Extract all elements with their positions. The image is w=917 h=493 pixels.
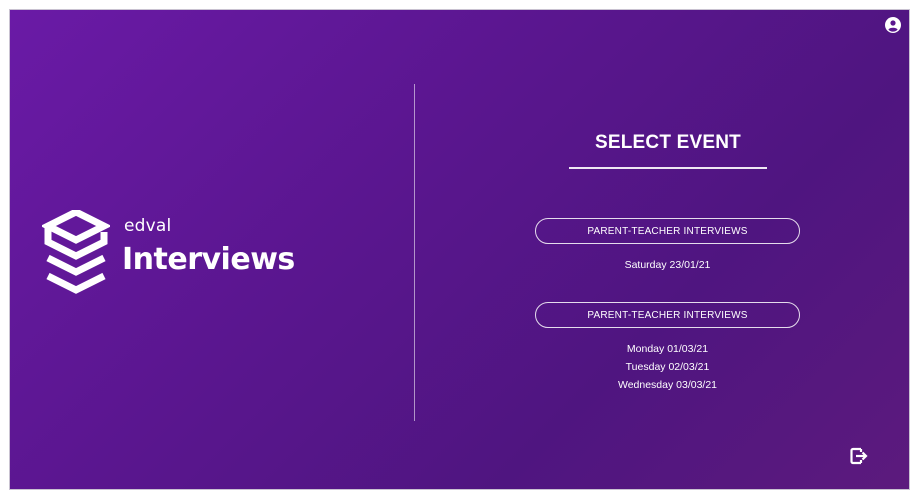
event-date: Monday 01/03/21 <box>626 343 709 355</box>
edval-interviews-logo: edval Interviews <box>42 208 302 296</box>
event-dates: Saturday 23/01/21 <box>535 256 800 274</box>
event-button[interactable]: PARENT-TEACHER INTERVIEWS <box>535 218 800 244</box>
event-dates: Monday 01/03/21 Tuesday 02/03/21 Wednesd… <box>535 340 800 394</box>
event-date: Saturday 23/01/21 <box>624 259 711 271</box>
event-button[interactable]: PARENT-TEACHER INTERVIEWS <box>535 302 800 328</box>
edval-layers-logo-icon <box>42 210 110 294</box>
logo-brand-text: edval <box>124 216 172 236</box>
logo-product-text: Interviews <box>122 242 295 277</box>
event-date: Wednesday 03/03/21 <box>617 379 718 391</box>
title-underline <box>569 167 767 169</box>
logout-icon[interactable] <box>849 446 869 466</box>
event-item: PARENT-TEACHER INTERVIEWS Saturday 23/01… <box>535 218 800 274</box>
event-date: Tuesday 02/03/21 <box>625 361 710 373</box>
event-item: PARENT-TEACHER INTERVIEWS Monday 01/03/2… <box>535 302 800 394</box>
user-account-icon[interactable] <box>885 17 901 33</box>
app-screen: edval Interviews SELECT EVENT PARENT-TEA… <box>9 9 910 490</box>
page-title: SELECT EVENT <box>595 132 741 153</box>
vertical-divider <box>414 84 415 421</box>
